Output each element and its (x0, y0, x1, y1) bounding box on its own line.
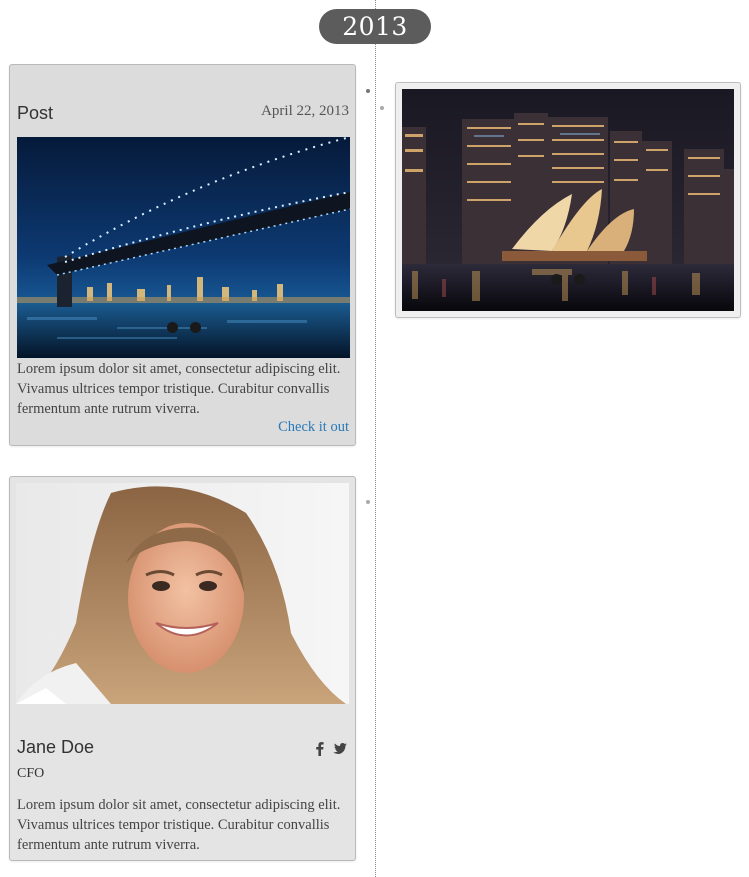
smiling-woman-portrait (16, 483, 349, 704)
twitter-icon[interactable] (332, 742, 347, 760)
check-it-out-link[interactable]: Check it out (278, 419, 349, 436)
photo-image[interactable] (402, 89, 734, 311)
profile-bio-text: Lorem ipsum dolor sit amet, consectetur … (17, 797, 341, 853)
facebook-icon[interactable] (315, 741, 324, 761)
profile-image (16, 483, 349, 704)
carousel-indicators (17, 320, 350, 338)
profile-role: CFO (17, 766, 45, 781)
carousel-dot[interactable] (551, 274, 562, 285)
carousel-indicators (402, 272, 734, 290)
post-title: Post (17, 103, 54, 123)
post-date: April 22, 2013 (261, 103, 349, 119)
carousel-dot[interactable] (189, 322, 201, 333)
timeline-line (375, 0, 376, 877)
post-card: Post April 22, 2013 Lorem ipsum dolor si… (9, 64, 356, 446)
social-links (315, 741, 347, 761)
photo-card (395, 82, 741, 318)
carousel-dot[interactable] (166, 322, 178, 333)
timeline-marker (366, 500, 370, 504)
year-badge: 2013 (319, 9, 431, 44)
profile-name: Jane Doe (17, 737, 95, 757)
timeline-marker (366, 89, 370, 93)
profile-card: Jane Doe CFO Lorem ipsum dolor sit amet,… (9, 476, 356, 861)
post-image[interactable] (17, 137, 350, 358)
post-body-text: Lorem ipsum dolor sit amet, consectetur … (17, 361, 341, 417)
carousel-dot[interactable] (574, 274, 585, 285)
timeline-marker (380, 106, 384, 110)
